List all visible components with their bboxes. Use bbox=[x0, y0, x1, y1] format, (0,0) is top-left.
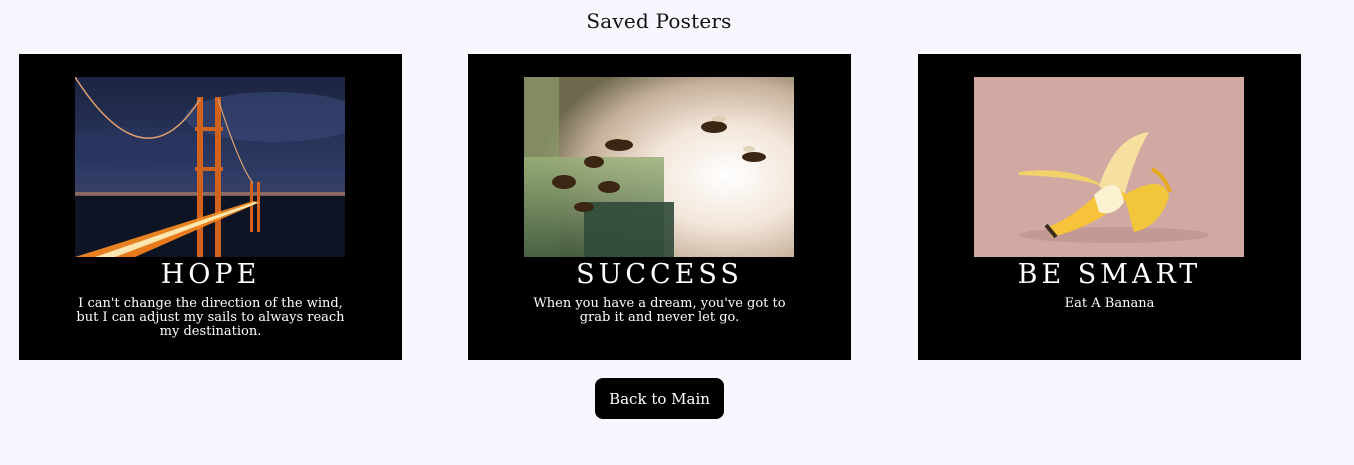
poster-title: SUCCESS bbox=[576, 259, 743, 290]
poster-image-bridge bbox=[75, 77, 345, 257]
poster-card[interactable]: SUCCESS When you have a dream, you've go… bbox=[468, 54, 851, 360]
poster-title: HOPE bbox=[160, 259, 261, 290]
poster-card[interactable]: HOPE I can't change the direction of the… bbox=[19, 54, 402, 360]
poster-title: BE SMART bbox=[1017, 259, 1202, 290]
poster-image-banana bbox=[974, 77, 1244, 257]
poster-quote: When you have a dream, you've got to gra… bbox=[533, 296, 786, 325]
poster-quote: Eat A Banana bbox=[1064, 296, 1155, 311]
poster-image-bees bbox=[524, 77, 794, 257]
back-to-main-button[interactable]: Back to Main bbox=[595, 378, 724, 419]
poster-card[interactable]: BE SMART Eat A Banana bbox=[918, 54, 1301, 360]
saved-posters-grid: HOPE I can't change the direction of the… bbox=[0, 54, 1354, 360]
page-title: Saved Posters bbox=[586, 9, 732, 33]
poster-quote: I can't change the direction of the wind… bbox=[76, 296, 345, 339]
